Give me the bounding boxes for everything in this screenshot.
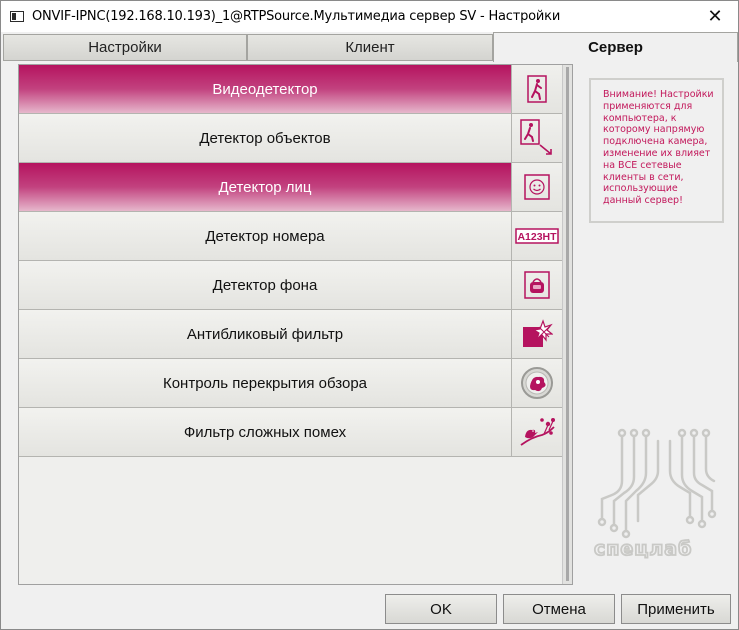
lens-cover-icon [521,367,553,399]
walking-person-icon [527,75,547,103]
module-label: Антибликовый фильтр [19,310,512,358]
module-row-object-detector[interactable]: Детектор объектов [19,114,562,163]
tab-settings[interactable]: Настройки [3,34,247,61]
module-label: Детектор фона [19,261,512,309]
module-row-background-detector[interactable]: Детектор фона [19,261,562,310]
bag-icon [524,271,550,299]
module-label: Детектор номера [19,212,512,260]
apply-button[interactable]: Применить [621,594,731,624]
close-button[interactable]: ✕ [692,1,738,32]
app-icon [10,10,26,24]
license-plate-icon: A123HT [515,228,559,244]
window-title: ONVIF-IPNC(192.168.10.193)_1@RTPSource.М… [32,9,561,24]
module-label: Детектор объектов [19,114,512,162]
module-row-videodetector[interactable]: Видеодетектор [19,65,562,114]
speclab-logo: спецлаб [593,428,717,561]
list-scrollbar[interactable] [562,65,572,584]
module-row-complex-noise-filter[interactable]: Фильтр сложных помех [19,408,562,457]
module-list: Видеодетектор Детектор объектов Детектор… [18,64,573,585]
scrollbar-thumb[interactable] [566,67,569,581]
settings-window: ONVIF-IPNC(192.168.10.193)_1@RTPSource.М… [0,0,739,630]
module-label: Видеодетектор [19,65,512,113]
tab-bar: Настройки Клиент Сервер [1,32,738,62]
module-row-plate-detector[interactable]: Детектор номера A123HT [19,212,562,261]
person-arrow-icon [520,119,552,155]
tab-client[interactable]: Клиент [247,34,493,61]
face-icon [524,174,550,200]
cancel-button[interactable]: Отмена [503,594,615,624]
module-label: Детектор лиц [19,163,512,211]
module-label: Контроль перекрытия обзора [19,359,512,407]
svg-text:спецлаб: спецлаб [594,538,692,560]
module-row-antiglare-filter[interactable]: Антибликовый фильтр [19,310,562,359]
server-settings-notice: Внимание! Настройки применяются для комп… [589,78,724,223]
svg-text:A123HT: A123HT [517,231,557,243]
glare-filter-icon [523,319,553,347]
module-label: Фильтр сложных помех [19,408,512,456]
tab-server[interactable]: Сервер [493,32,738,62]
title-bar: ONVIF-IPNC(192.168.10.193)_1@RTPSource.М… [1,1,738,32]
close-icon: ✕ [707,6,723,26]
bird-branch-icon [520,418,555,446]
module-row-view-blocking-control[interactable]: Контроль перекрытия обзора [19,359,562,408]
ok-button[interactable]: OK [385,594,497,624]
module-row-face-detector[interactable]: Детектор лиц [19,163,562,212]
